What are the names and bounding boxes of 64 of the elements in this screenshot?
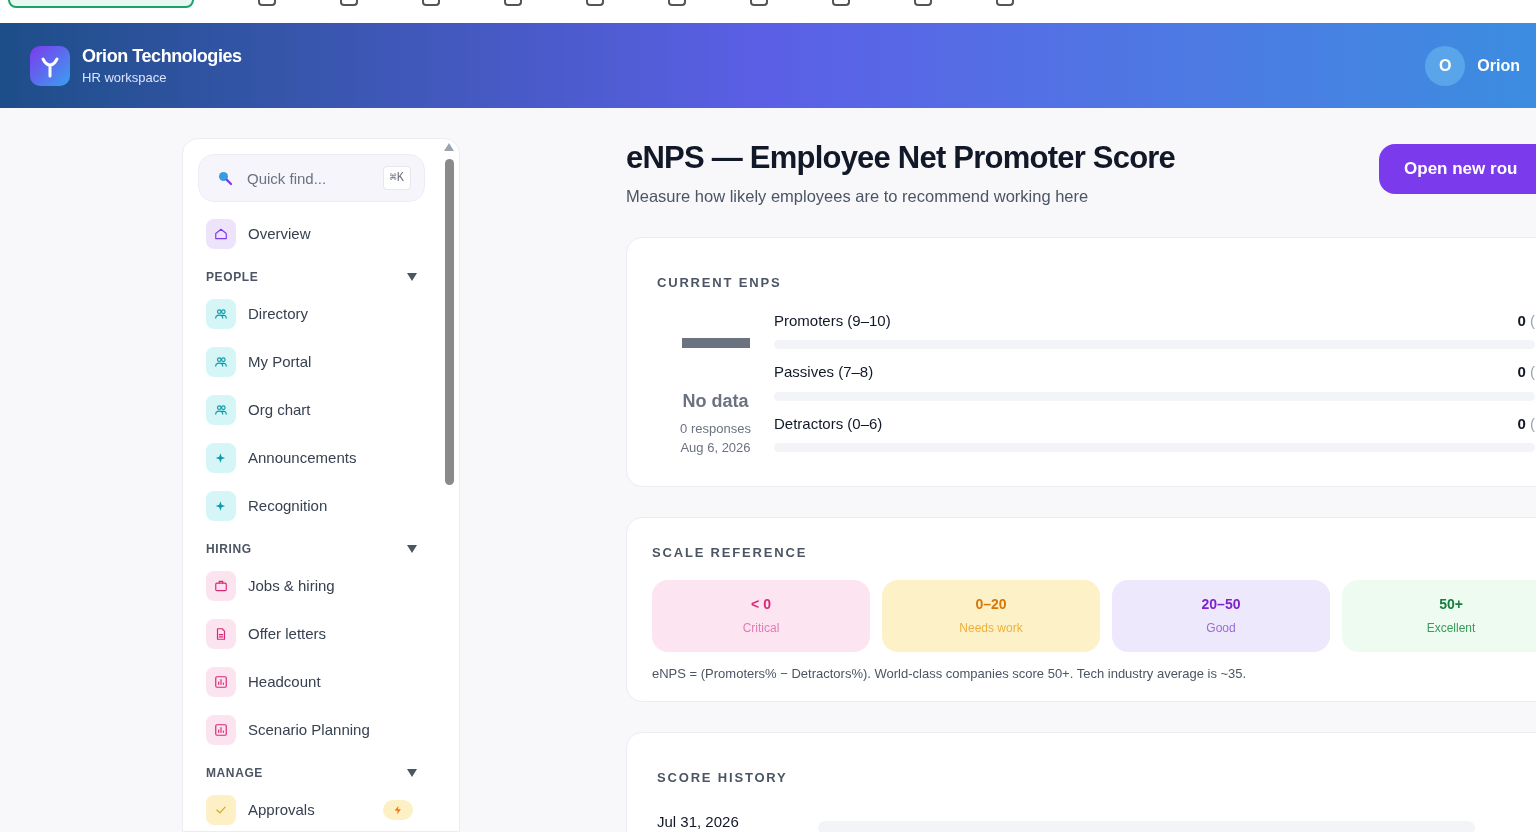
scale-band: 50+ Excellent [1342,579,1536,652]
group-count: 0 ( [1517,413,1535,434]
section-heading: PEOPLE [206,269,259,286]
group-count: 0 ( [1517,310,1535,331]
open-round-button[interactable]: Open new rou [1379,144,1536,194]
sidebar-item[interactable]: Headcount [198,658,425,706]
sidebar-item[interactable]: Org chart [198,386,425,434]
sidebar-item[interactable]: Directory [198,290,425,338]
group-label: Detractors (0–6) [774,413,883,434]
sidebar-item[interactable]: Overview [198,210,425,258]
group-label: Passives (7–8) [774,362,874,383]
chart-icon [214,675,228,689]
card-heading: SCORE HISTORY [657,770,788,786]
collapse-caret-icon[interactable] [407,769,417,777]
response-count: 0 responses [680,419,751,438]
sidebar-item[interactable]: Announcements [198,434,425,482]
bookmark-folder-icon[interactable] [504,0,522,6]
chart-icon [214,723,228,737]
workspace-label: HR workspace [82,68,168,87]
no-score-dash [681,337,750,348]
bookmark-folder-icon[interactable] [422,0,440,6]
user-name[interactable]: Orion [1477,53,1520,78]
group-label: Promoters (9–10) [774,310,891,331]
section-heading: HIRING [206,541,252,558]
scale-band: 20–50 Good [1112,579,1330,652]
bookmark-folder-icon[interactable] [996,0,1014,6]
sidebar-item[interactable]: Approvals [198,786,425,831]
bookmark-folder-icon[interactable] [668,0,686,6]
company-name: Orion Technologies [82,44,242,68]
collapse-caret-icon[interactable] [407,273,417,281]
users-icon [214,307,228,321]
briefcase-icon [214,579,228,593]
users-icon [214,403,228,417]
formula-note: eNPS = (Promoters% − Detractors%). World-class companies score 50+. Tech industry average is ~35. [652,664,1248,683]
sidebar-item[interactable]: Jobs & hiring [198,562,425,610]
bookmark-folder-icon[interactable] [340,0,358,6]
bookmark-folder-icon[interactable] [750,0,768,6]
sidebar-item[interactable]: Offer letters [198,610,425,658]
sidebar-item[interactable]: My Portal [198,338,425,386]
card-heading: CURRENT ENPS [657,274,782,290]
bookmark-folder-icon[interactable] [914,0,932,6]
bookmark-folder-icon[interactable] [832,0,850,6]
scrollbar[interactable] [443,143,455,485]
document-icon [214,627,228,641]
group-count: 0 ( [1517,362,1535,383]
bookmark-folder-icon[interactable] [586,0,604,6]
collapse-caret-icon[interactable] [407,545,417,553]
card-heading: SCALE REFERENCE [652,544,808,560]
score-date: Aug 6, 2026 [680,439,751,458]
shortcut-key: ⌘K [382,166,411,190]
logo [30,45,70,86]
page-title: eNPS — Employee Net Promoter Score [626,140,1176,176]
score-status: No data [682,389,749,413]
users-icon [214,355,228,369]
sidebar-item[interactable]: Scenario Planning [198,706,425,754]
bookmark-folder-icon[interactable] [258,0,276,6]
home-icon [214,227,228,241]
search-icon [216,169,234,187]
scale-band: < 0 Critical [652,579,870,652]
scale-band: 0–20 Needs work [882,579,1100,652]
page-subtitle: Measure how likely employees are to recommend working here [626,186,1090,207]
section-heading: MANAGE [206,765,263,782]
history-date: Jul 31, 2026 [657,812,740,832]
sidebar-item[interactable]: Recognition [198,482,425,530]
